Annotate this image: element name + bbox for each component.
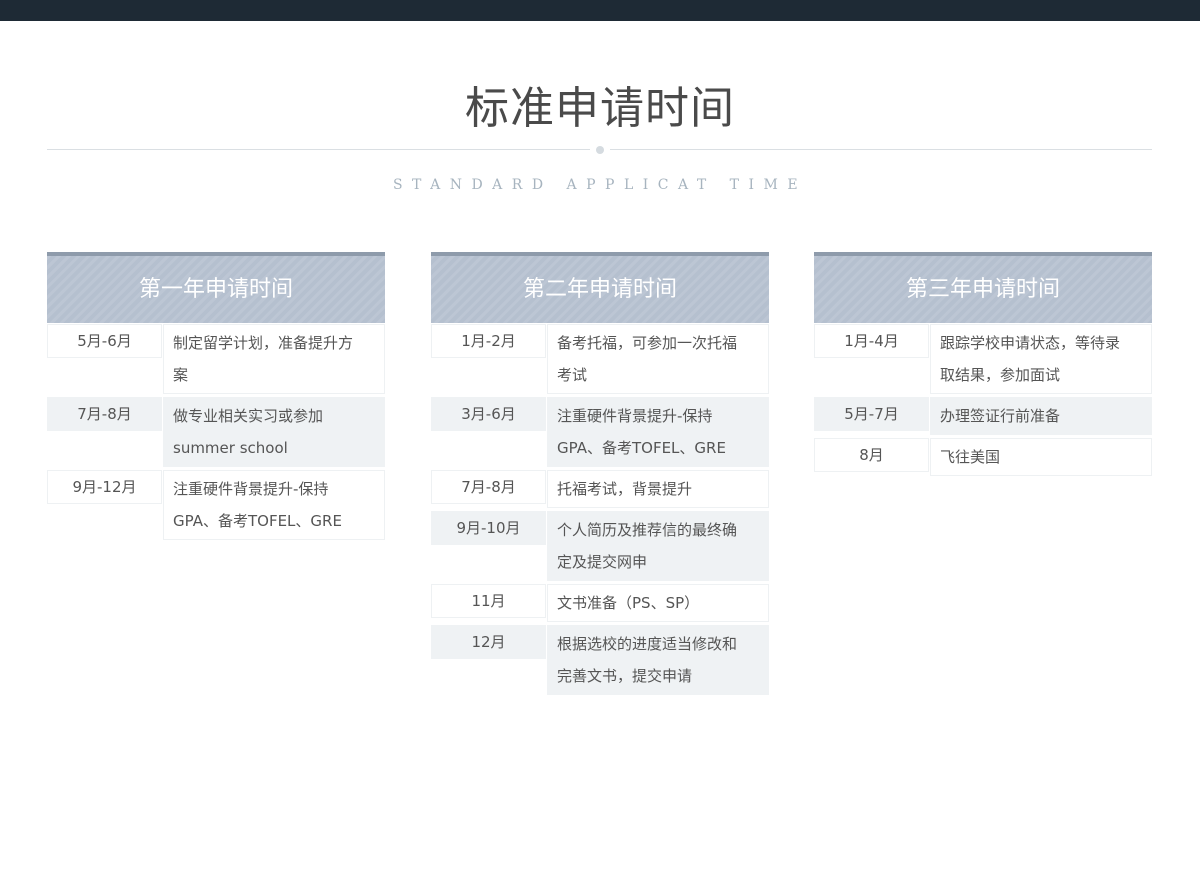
column-header: 第一年申请时间 xyxy=(47,252,385,323)
column-header: 第二年申请时间 xyxy=(431,252,769,323)
timeline-rows: 5月-6月 制定留学计划，准备提升方 案 7月-8月 做专业相关实习或参加 su… xyxy=(47,324,385,540)
timeline-row: 5月-7月 办理签证行前准备 xyxy=(814,397,1152,435)
month-cell: 8月 xyxy=(814,438,929,472)
description-cell: 注重硬件背景提升-保持 GPA、备考TOFEL、GRE xyxy=(163,470,385,540)
timeline-column-year-2: 第二年申请时间 1月-2月 备考托福，可参加一次托福 考试 3月-6月 注重硬件… xyxy=(431,252,769,698)
description-cell: 做专业相关实习或参加 summer school xyxy=(163,397,385,467)
timeline-row: 8月 飞往美国 xyxy=(814,438,1152,476)
description-cell: 个人简历及推荐信的最终确 定及提交网申 xyxy=(547,511,769,581)
timeline-row: 7月-8月 做专业相关实习或参加 summer school xyxy=(47,397,385,467)
timeline-rows: 1月-4月 跟踪学校申请状态，等待录 取结果，参加面试 5月-7月 办理签证行前… xyxy=(814,324,1152,476)
month-cell: 1月-2月 xyxy=(431,324,546,358)
month-cell: 9月-12月 xyxy=(47,470,162,504)
timeline-row: 9月-12月 注重硬件背景提升-保持 GPA、备考TOFEL、GRE xyxy=(47,470,385,540)
description-cell: 文书准备（PS、SP） xyxy=(547,584,769,622)
page-title: 标准申请时间 xyxy=(465,83,735,134)
column-header: 第三年申请时间 xyxy=(814,252,1152,323)
description-cell: 制定留学计划，准备提升方 案 xyxy=(163,324,385,394)
month-cell: 7月-8月 xyxy=(47,397,162,431)
month-cell: 5月-6月 xyxy=(47,324,162,358)
month-cell: 9月-10月 xyxy=(431,511,546,545)
month-cell: 3月-6月 xyxy=(431,397,546,431)
description-cell: 托福考试，背景提升 xyxy=(547,470,769,508)
description-cell: 飞往美国 xyxy=(930,438,1152,476)
top-nav-bar xyxy=(0,0,1200,21)
month-cell: 7月-8月 xyxy=(431,470,546,504)
divider-right xyxy=(610,149,1152,150)
timeline-rows: 1月-2月 备考托福，可参加一次托福 考试 3月-6月 注重硬件背景提升-保持 … xyxy=(431,324,769,695)
timeline-row: 5月-6月 制定留学计划，准备提升方 案 xyxy=(47,324,385,394)
timeline-column-year-3: 第三年申请时间 1月-4月 跟踪学校申请状态，等待录 取结果，参加面试 5月-7… xyxy=(814,252,1152,479)
description-cell: 根据选校的进度适当修改和 完善文书，提交申请 xyxy=(547,625,769,695)
month-cell: 1月-4月 xyxy=(814,324,929,358)
description-cell: 办理签证行前准备 xyxy=(930,397,1152,435)
timeline-row: 3月-6月 注重硬件背景提升-保持 GPA、备考TOFEL、GRE xyxy=(431,397,769,467)
description-cell: 备考托福，可参加一次托福 考试 xyxy=(547,324,769,394)
timeline-row: 7月-8月 托福考试，背景提升 xyxy=(431,470,769,508)
timeline-row: 1月-4月 跟踪学校申请状态，等待录 取结果，参加面试 xyxy=(814,324,1152,394)
month-cell: 12月 xyxy=(431,625,546,659)
month-cell: 5月-7月 xyxy=(814,397,929,431)
description-cell: 注重硬件背景提升-保持 GPA、备考TOFEL、GRE xyxy=(547,397,769,467)
timeline-column-year-1: 第一年申请时间 5月-6月 制定留学计划，准备提升方 案 7月-8月 做专业相关… xyxy=(47,252,385,543)
divider-left xyxy=(47,149,590,150)
page-subtitle: STANDARD APPLICAT TIME xyxy=(392,177,808,193)
timeline-row: 9月-10月 个人简历及推荐信的最终确 定及提交网申 xyxy=(431,511,769,581)
divider-dot xyxy=(596,146,604,154)
timeline-row: 12月 根据选校的进度适当修改和 完善文书，提交申请 xyxy=(431,625,769,695)
timeline-row: 11月 文书准备（PS、SP） xyxy=(431,584,769,622)
month-cell: 11月 xyxy=(431,584,546,618)
timeline-row: 1月-2月 备考托福，可参加一次托福 考试 xyxy=(431,324,769,394)
description-cell: 跟踪学校申请状态，等待录 取结果，参加面试 xyxy=(930,324,1152,394)
